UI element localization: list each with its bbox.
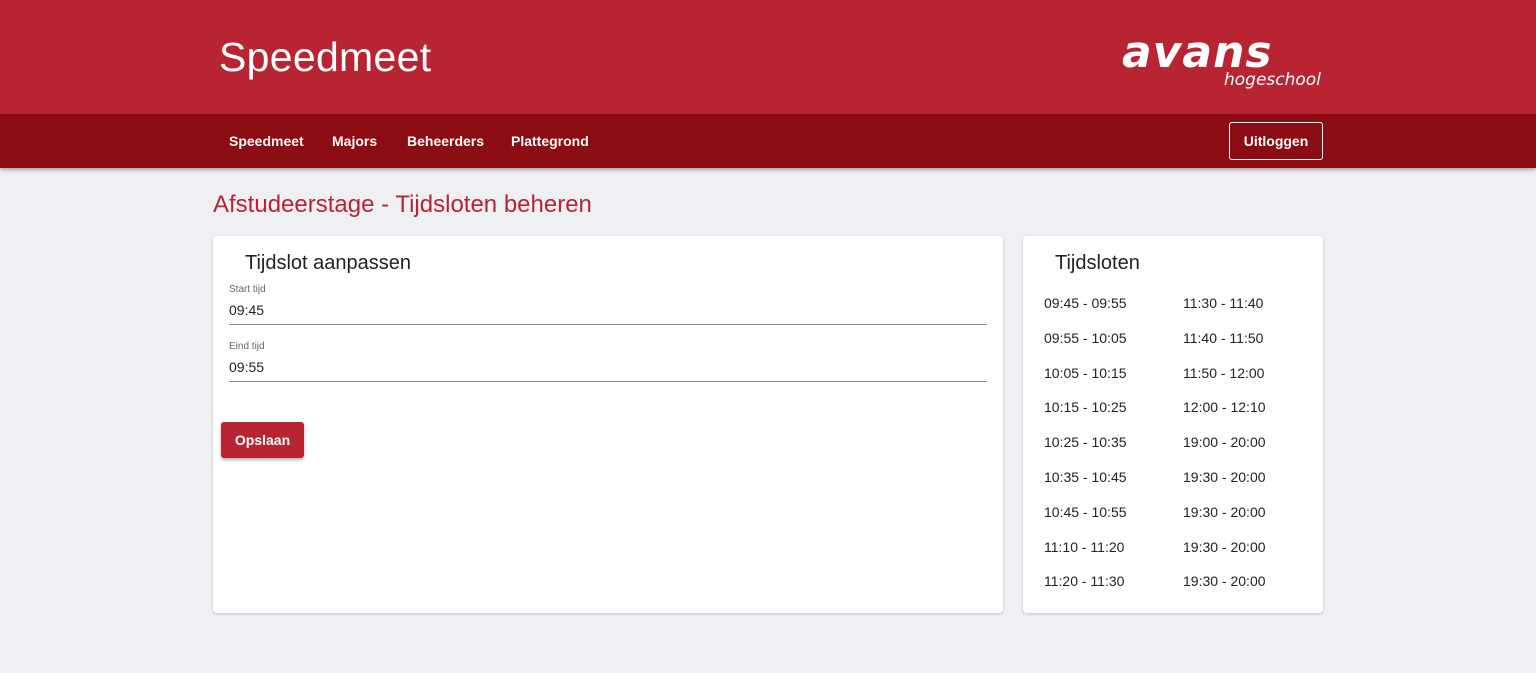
- timeslot-item[interactable]: 19:00 - 20:00: [1183, 433, 1266, 468]
- avans-logo: avans hogeschool: [1122, 30, 1322, 94]
- timeslot-item[interactable]: 10:15 - 10:25: [1044, 398, 1127, 433]
- timeslot-item[interactable]: 10:25 - 10:35: [1044, 433, 1127, 468]
- end-time-field[interactable]: Eind tijd 09:55: [229, 341, 987, 382]
- timeslot-item[interactable]: 12:00 - 12:10: [1183, 398, 1266, 433]
- timeslot-item[interactable]: 11:10 - 11:20: [1044, 538, 1127, 573]
- edit-card-title: Tijdslot aanpassen: [245, 252, 412, 274]
- nav-item-speedmeet[interactable]: Speedmeet: [229, 133, 304, 149]
- timeslot-column-1: 09:45 - 09:55 09:55 - 10:05 10:05 - 10:1…: [1044, 294, 1127, 607]
- timeslot-item[interactable]: 11:50 - 12:00: [1183, 364, 1266, 399]
- end-time-label: Eind tijd: [229, 341, 265, 352]
- start-time-label: Start tijd: [229, 284, 266, 295]
- start-time-input[interactable]: 09:45: [229, 300, 987, 325]
- timeslot-item[interactable]: 19:30 - 20:00: [1183, 468, 1266, 503]
- timeslot-column-2: 11:30 - 11:40 11:40 - 11:50 11:50 - 12:0…: [1183, 294, 1266, 607]
- main-navigation: Speedmeet Majors Beheerders Plattegrond …: [0, 114, 1536, 168]
- timeslot-item[interactable]: 11:20 - 11:30: [1044, 572, 1127, 607]
- timeslot-item[interactable]: 11:30 - 11:40: [1183, 294, 1266, 329]
- timeslot-item[interactable]: 11:40 - 11:50: [1183, 329, 1266, 364]
- logo-sub-text: hogeschool: [1224, 70, 1321, 90]
- top-header: Speedmeet avans hogeschool: [0, 0, 1536, 114]
- timeslot-item[interactable]: 19:30 - 20:00: [1183, 503, 1266, 538]
- timeslot-item[interactable]: 19:30 - 20:00: [1183, 538, 1266, 573]
- start-time-field[interactable]: Start tijd 09:45: [229, 284, 987, 325]
- timeslot-item[interactable]: 10:35 - 10:45: [1044, 468, 1127, 503]
- page-title: Afstudeerstage - Tijdsloten beheren: [213, 191, 592, 218]
- timeslot-item[interactable]: 09:45 - 09:55: [1044, 294, 1127, 329]
- timeslot-item[interactable]: 19:30 - 20:00: [1183, 572, 1266, 607]
- timeslots-card-title: Tijdsloten: [1055, 252, 1140, 274]
- save-button[interactable]: Opslaan: [221, 422, 304, 458]
- edit-timeslot-card: Tijdslot aanpassen Start tijd 09:45 Eind…: [213, 236, 1003, 613]
- nav-item-beheerders[interactable]: Beheerders: [407, 133, 484, 149]
- timeslot-item[interactable]: 10:45 - 10:55: [1044, 503, 1127, 538]
- timeslots-card: Tijdsloten 09:45 - 09:55 09:55 - 10:05 1…: [1023, 236, 1323, 613]
- nav-item-majors[interactable]: Majors: [332, 133, 377, 149]
- timeslot-item[interactable]: 09:55 - 10:05: [1044, 329, 1127, 364]
- timeslot-item[interactable]: 10:05 - 10:15: [1044, 364, 1127, 399]
- nav-item-plattegrond[interactable]: Plattegrond: [511, 133, 589, 149]
- logout-button[interactable]: Uitloggen: [1229, 122, 1323, 160]
- app-title: Speedmeet: [219, 34, 432, 80]
- end-time-input[interactable]: 09:55: [229, 357, 987, 382]
